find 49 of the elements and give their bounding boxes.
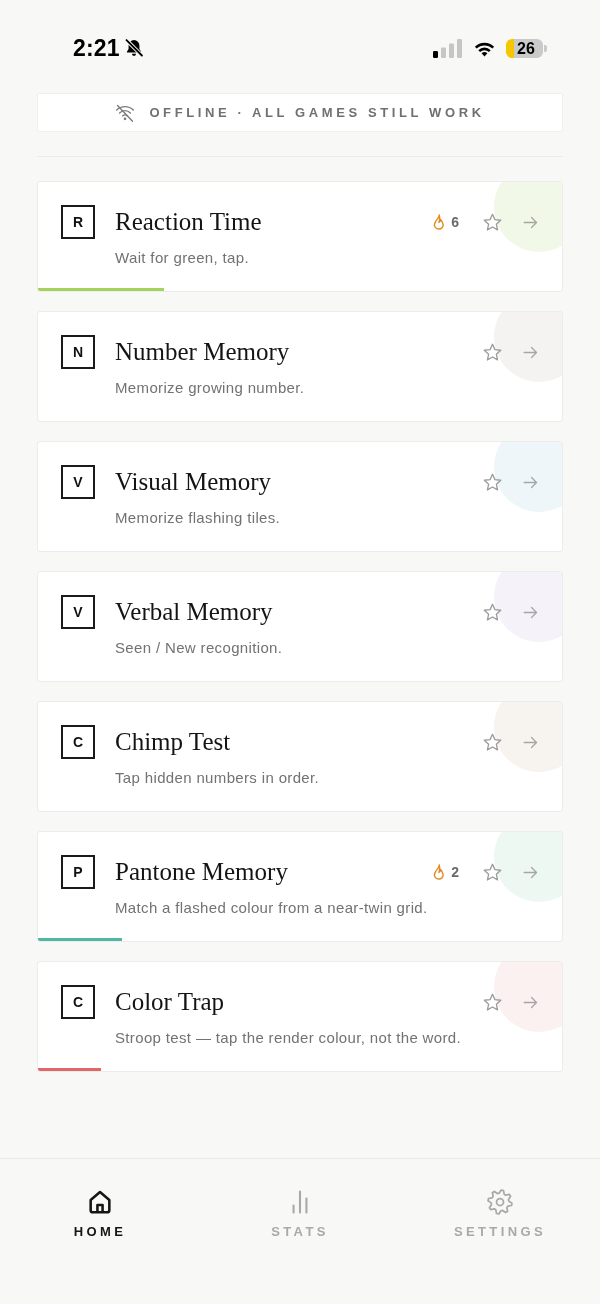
home-icon bbox=[86, 1188, 114, 1216]
game-title: Visual Memory bbox=[115, 467, 273, 497]
game-card[interactable]: V Visual Memory Memorize flashing tiles. bbox=[37, 441, 563, 552]
game-initial: N bbox=[61, 335, 95, 369]
bell-muted-icon bbox=[123, 38, 144, 58]
game-description: Seen / New recognition. bbox=[115, 638, 284, 658]
star-icon[interactable] bbox=[482, 731, 503, 753]
game-description: Tap hidden numbers in order. bbox=[115, 768, 321, 788]
wifi-icon bbox=[474, 40, 495, 57]
streak-count: 2 bbox=[451, 862, 459, 882]
battery-indicator: 26 bbox=[506, 39, 547, 58]
star-icon[interactable] bbox=[482, 991, 503, 1013]
game-title: Number Memory bbox=[115, 337, 291, 367]
flame-icon bbox=[433, 214, 446, 230]
cellular-signal-icon bbox=[433, 39, 463, 58]
game-card[interactable]: N Number Memory Memorize growing number. bbox=[37, 311, 563, 422]
star-icon[interactable] bbox=[482, 471, 503, 493]
game-description: Match a flashed colour from a near-twin grid. bbox=[115, 898, 429, 918]
nav-tab[interactable]: HOME bbox=[73, 1188, 127, 1240]
game-initial: V bbox=[61, 595, 95, 629]
game-card[interactable]: C Chimp Test Tap hidden numbers in order. bbox=[37, 701, 563, 812]
game-title: Color Trap bbox=[115, 987, 226, 1017]
settings-icon bbox=[486, 1188, 514, 1216]
game-title: Pantone Memory bbox=[115, 857, 289, 887]
game-title: Chimp Test bbox=[115, 727, 232, 757]
clock-time: 2:21 bbox=[73, 35, 120, 61]
game-card[interactable]: C Color Trap Stroop test — tap the render colour, not the word. bbox=[37, 961, 563, 1072]
star-icon[interactable] bbox=[482, 861, 503, 883]
game-title: Verbal Memory bbox=[115, 597, 274, 627]
game-initial: P bbox=[61, 855, 95, 889]
game-card[interactable]: R Reaction Time 6 Wait for green, tap. bbox=[37, 181, 563, 292]
flame-icon bbox=[433, 864, 446, 880]
streak-count: 6 bbox=[451, 212, 459, 232]
wifi-off-icon bbox=[115, 102, 136, 123]
game-description: Memorize growing number. bbox=[115, 378, 306, 398]
star-icon[interactable] bbox=[482, 341, 503, 363]
offline-message: OFFLINE · ALL GAMES STILL WORK bbox=[149, 103, 485, 122]
game-initial: C bbox=[61, 725, 95, 759]
star-icon[interactable] bbox=[482, 601, 503, 623]
game-initial: V bbox=[61, 465, 95, 499]
game-description: Stroop test — tap the render colour, not the word. bbox=[115, 1028, 463, 1048]
game-initial: R bbox=[61, 205, 95, 239]
star-icon[interactable] bbox=[482, 211, 503, 233]
game-description: Wait for green, tap. bbox=[115, 248, 250, 268]
game-card[interactable]: P Pantone Memory 2 Match a flashed colour from a near-twin grid. bbox=[37, 831, 563, 942]
game-initial: C bbox=[61, 985, 95, 1019]
game-description: Memorize flashing tiles. bbox=[115, 508, 282, 528]
game-title: Reaction Time bbox=[115, 207, 263, 237]
game-card[interactable]: V Verbal Memory Seen / New recognition. bbox=[37, 571, 563, 682]
